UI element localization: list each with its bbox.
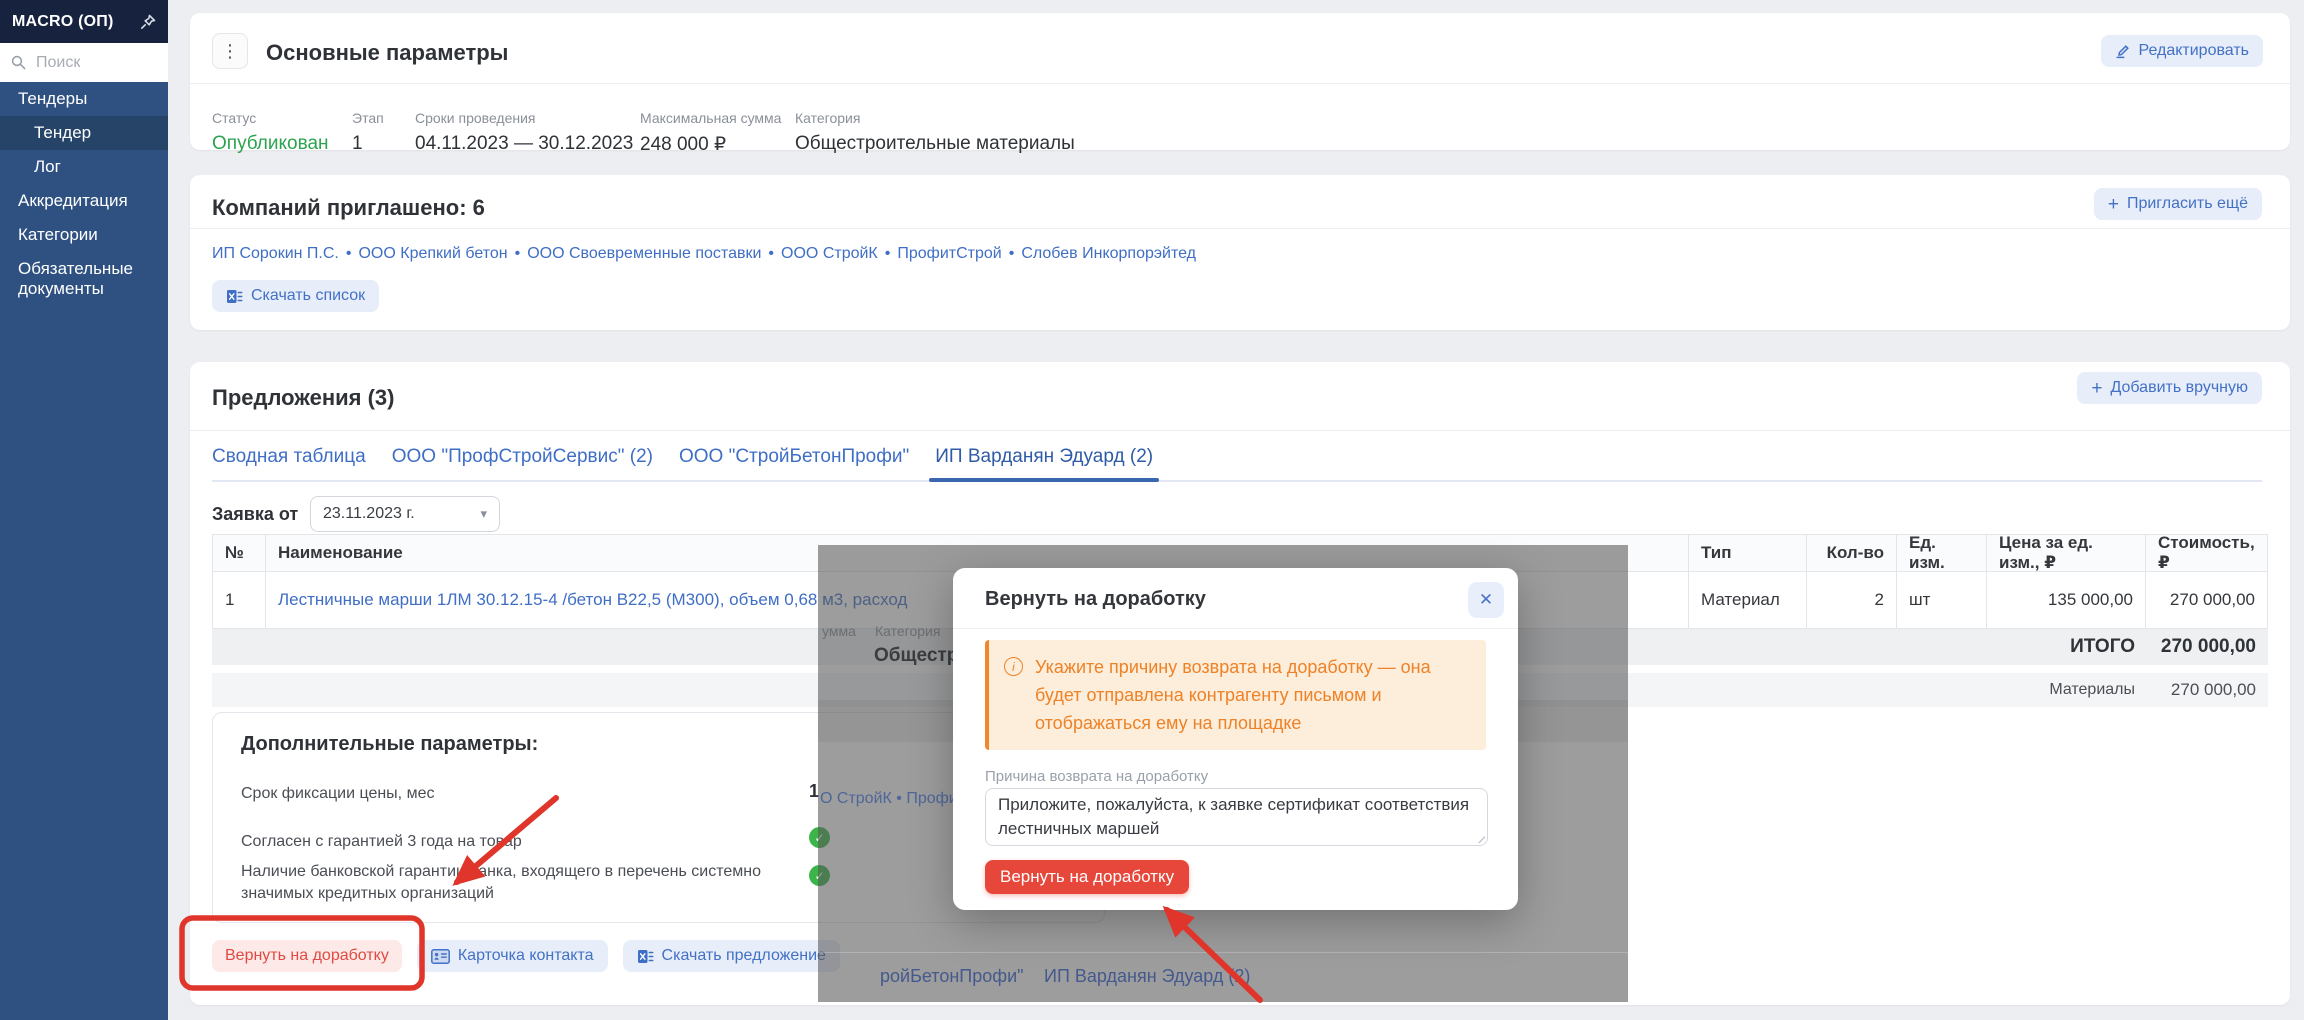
company-link[interactable]: ООО Крепкий бетон (358, 245, 507, 262)
reason-textarea[interactable]: Приложите, пожалуйста, к заявке сертифик… (985, 788, 1488, 846)
modal-alert: i Укажите причину возврата на доработку … (985, 640, 1486, 750)
companies-title: Компаний приглашено: 6 (212, 195, 485, 221)
excel-icon (637, 948, 654, 965)
field-max-sum: Максимальная сумма 248 000 ₽ (640, 110, 781, 156)
tab-summary-table[interactable]: Сводная таблица (212, 446, 366, 468)
dimmed-value: Общестро (874, 645, 954, 667)
sidebar-search (0, 43, 168, 82)
sidebar-item-log[interactable]: Лог (0, 150, 168, 184)
dimmed-tab: ройБетонПрофи" (880, 966, 1024, 987)
field-category: Категория Общестроительные материалы (795, 110, 1075, 155)
sidebar: MACRO (ОП) Тендеры Тендер Лог Аккредитац… (0, 0, 168, 1020)
excel-icon (226, 288, 243, 305)
tab-stroybetonprofi[interactable]: ООО "СтройБетонПрофи" (679, 446, 909, 468)
dimmed-label: Категория (875, 623, 940, 639)
field-stage: Этап 1 (352, 110, 384, 155)
page-title: Основные параметры (266, 40, 508, 66)
reason-field-wrap: Приложите, пожалуйста, к заявке сертифик… (985, 788, 1488, 846)
divider (190, 83, 2290, 84)
company-link[interactable]: ИП Сорокин П.С. (212, 245, 339, 262)
app-title: MACRO (ОП) (12, 13, 140, 31)
company-link[interactable]: ООО СтройК (781, 245, 878, 262)
info-icon: i (1004, 657, 1023, 676)
chevron-down-icon: ▾ (480, 506, 487, 522)
sidebar-item-tender[interactable]: Тендер (0, 116, 168, 150)
divider (190, 228, 2290, 229)
param-warranty: Согласен с гарантией 3 года на товар (241, 831, 786, 853)
divider (190, 430, 2290, 431)
modal-title: Вернуть на доработку (985, 588, 1206, 611)
offer-actions: Вернуть на доработку Карточка контакта С… (212, 940, 840, 972)
pencil-icon (2115, 44, 2130, 59)
companies-card: Компаний приглашено: 6 + Пригласить ещё … (190, 175, 2290, 330)
contact-card-button[interactable]: Карточка контакта (417, 940, 608, 972)
sidebar-item-accreditation[interactable]: Аккредитация (0, 184, 168, 218)
reason-label: Причина возврата на доработку (985, 768, 1208, 785)
close-icon: ✕ (1479, 590, 1493, 610)
param-price-fix: Срок фиксации цены, мес (241, 783, 786, 805)
dimmed-divider (818, 952, 1628, 953)
sidebar-item-categories[interactable]: Категории (0, 218, 168, 252)
field-status: Статус Опубликован (212, 110, 329, 155)
tab-vardanyan[interactable]: ИП Варданян Эдуард (2) (935, 446, 1153, 468)
companies-list: ИП Сорокин П.С.•ООО Крепкий бетон•ООО Св… (212, 245, 1196, 263)
plus-icon: + (2108, 195, 2119, 214)
sidebar-nav: Тендеры Тендер Лог Аккредитация Категори… (0, 82, 168, 306)
edit-button[interactable]: Редактировать (2101, 35, 2263, 67)
company-link[interactable]: ПрофитСтрой (897, 245, 1001, 262)
invite-more-button[interactable]: + Пригласить ещё (2094, 188, 2262, 220)
field-dates: Сроки проведения 04.11.2023 — 30.12.2023 (415, 110, 633, 155)
dimmed-tab: ИП Варданян Эдуард (2) (1044, 966, 1250, 987)
additional-params-title: Дополнительные параметры: (241, 733, 538, 756)
close-button[interactable]: ✕ (1468, 582, 1504, 618)
tender-page: MACRO (ОП) Тендеры Тендер Лог Аккредитац… (0, 0, 2304, 1020)
sidebar-item-tenders[interactable]: Тендеры (0, 82, 168, 116)
offers-tabs: Сводная таблица ООО "ПрофСтройСервис" (2… (212, 446, 2262, 482)
offers-title: Предложения (3) (212, 385, 394, 411)
dimmed-label: умма (822, 623, 856, 639)
download-offer-button[interactable]: Скачать предложение (623, 940, 840, 972)
search-icon (10, 54, 27, 71)
sidebar-header: MACRO (ОП) (0, 0, 168, 43)
item-name-link[interactable]: Лестничные марши 1ЛМ 30.12.15-4 /бетон В… (278, 590, 907, 610)
download-list-button[interactable]: Скачать список (212, 280, 379, 312)
company-link[interactable]: Слобев Инкорпорэйтед (1021, 245, 1196, 262)
add-manually-button[interactable]: + Добавить вручную (2077, 372, 2262, 404)
dimmed-company-links: О СтройК • ПрофитС (820, 790, 953, 808)
request-date-select[interactable]: 23.11.2023 г. ▾ (310, 496, 500, 532)
tab-profstroyservice[interactable]: ООО "ПрофСтройСервис" (2) (392, 446, 653, 468)
sidebar-item-required-docs[interactable]: Обязательные документы (0, 252, 150, 306)
main-params-card: ⋮ Основные параметры Редактировать Стату… (190, 13, 2290, 150)
param-bank-guarantee: Наличие банковской гарантии банка, входя… (241, 861, 786, 905)
divider (953, 628, 1518, 629)
kebab-icon: ⋮ (221, 41, 239, 62)
status-badge: Опубликован (212, 133, 329, 155)
kebab-menu-button[interactable]: ⋮ (212, 33, 248, 69)
request-from-label: Заявка от (212, 496, 298, 532)
return-for-revision-modal: Вернуть на доработку ✕ i Укажите причину… (953, 568, 1518, 910)
company-link[interactable]: ООО Своевременные поставки (527, 245, 761, 262)
modal-submit-button[interactable]: Вернуть на доработку (985, 860, 1189, 894)
pin-icon[interactable] (140, 14, 156, 30)
return-for-revision-button[interactable]: Вернуть на доработку (212, 940, 402, 972)
contact-card-icon (431, 949, 450, 964)
plus-icon: + (2091, 379, 2102, 398)
